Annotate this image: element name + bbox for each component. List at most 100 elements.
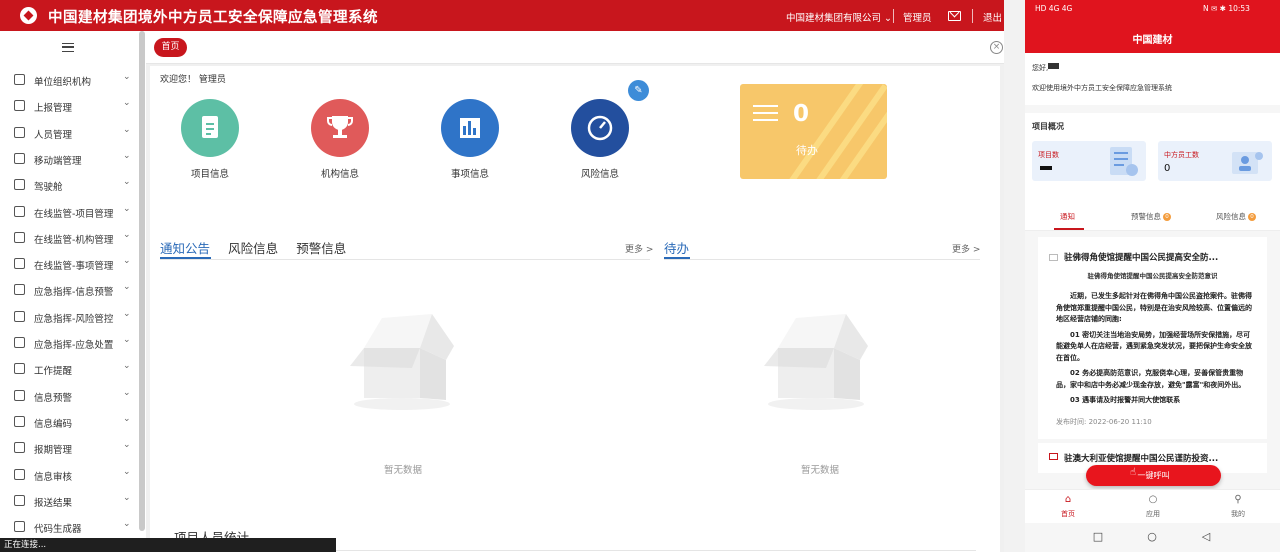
sidebar-item[interactable]: 上报管理 ⌄ [0,93,140,119]
one-key-call-button[interactable]: ☝ 一键呼叫 [1086,465,1221,486]
quick-link-label: 风险信息 [580,169,619,180]
company-logo [20,7,37,24]
mobile-title: 中国建材 [1132,35,1173,46]
dashboard-panel: 欢迎您！ 管理员 ✎ 项目信息 机构信息 事项信息 风险信息 0 待办 通知公告… [150,66,1000,552]
nav-apps[interactable]: ○ 应用 [1133,494,1173,519]
notice-paragraph: 02 务必提高防范意识，克服侥幸心理，妥善保管贵重物品，家中和店中务必减少现金存… [1056,369,1246,389]
sidebar-item[interactable]: 移动端管理 ⌄ [0,146,140,172]
sidebar-item[interactable]: 报期管理 ⌄ [0,435,140,461]
notice-paragraph: 近期，已发生多起针对在佛得角中国公民盗抢案件。驻佛得角使馆郑重提醒中国公民，特别… [1056,292,1252,323]
chevron-down-icon: ⌄ [123,387,131,398]
quick-link-org[interactable]: 机构信息 [300,99,380,180]
recent-apps-icon[interactable]: □ [1092,531,1104,543]
call-button-label: 一键呼叫 [1137,471,1170,480]
org-tree-icon [14,74,25,85]
notice-subtitle: 驻佛得角使馆提醒中国公民提高安全防范意识 [1087,272,1218,280]
mobile-header: HD 4G 4G N ✉ ✱ 10:53 中国建材 [1025,0,1280,53]
sidebar-item[interactable]: 在线监管-项目管理 ⌄ [0,199,140,225]
tab-risk[interactable]: 风险信息 [228,241,278,256]
logout-button[interactable]: 退出 [983,10,1002,24]
chinese-staff-count-card[interactable]: 中方员工数 0 [1158,141,1272,181]
gauge-icon [571,99,629,157]
gear-icon [14,179,25,191]
sidebar-item[interactable]: 应急指挥-应急处置 ⌄ [0,330,140,356]
tab-todo[interactable]: 待办 [664,241,689,256]
sidebar-item[interactable]: 在线监管-机构管理 ⌄ [0,225,140,251]
sidebar-item-label: 移动端管理 [34,155,82,167]
tab-badge: 0 [1248,213,1256,221]
todo-summary-card[interactable]: 0 待办 [740,84,887,179]
empty-state-text: 暂无数据 [384,465,423,476]
card-value: 0 [1164,163,1171,174]
document-icon [14,389,25,401]
sidebar-item[interactable]: 应急指挥-风险管控 ⌄ [0,304,140,330]
monitor-icon [14,310,25,322]
sidebar-item[interactable]: 人员管理 ⌄ [0,120,140,146]
tab-notice[interactable]: 通知 [1060,211,1075,222]
nav-home[interactable]: ⌂ 首页 [1048,494,1088,519]
company-selector[interactable]: 中国建材集团有限公司 [786,10,892,24]
project-count-card[interactable]: 项目数 [1032,141,1146,181]
sidebar-item[interactable]: 驾驶舱 ⌄ [0,172,140,198]
nav-mine[interactable]: ⚲ 我的 [1218,494,1258,519]
tab-risk[interactable]: 风险信息 0 [1216,211,1256,222]
search-icon: ⚲ [1234,494,1242,505]
sidebar-item[interactable]: 单位组织机构 ⌄ [0,67,140,93]
checklist-illustration [1110,147,1138,176]
decor-stripe [828,89,887,179]
sidebar-item[interactable]: 信息审核 ⌄ [0,462,140,488]
sidebar-item[interactable]: 代码生成器 ⌄ [0,514,140,540]
sidebar-item[interactable]: 信息编码 ⌄ [0,409,140,435]
quick-link-risk[interactable]: 风险信息 [560,99,640,180]
user-menu[interactable]: 管理员 [903,10,932,24]
screen-icon [14,337,25,348]
connection-status-toast: 正在连接... [0,538,336,552]
grid-icon [14,100,25,112]
screen: 中国建材集团境外中方员工安全保障应急管理系统 中国建材集团有限公司 管理员 退出… [0,0,1280,552]
notice-paragraph: 03 遇事请及时报警并同大使馆联系 [1070,396,1181,404]
tab-notice[interactable]: 通知公告 [160,241,210,256]
chevron-down-icon: ⌄ [123,282,131,293]
notice-card[interactable]: 驻佛得角使馆提醒中国公民提高安全防... 驻佛得角使馆提醒中国公民提高安全防范意… [1038,237,1267,439]
more-link[interactable]: 更多 > [625,242,653,255]
nav-label: 首页 [1061,510,1075,518]
sidebar-item[interactable]: 信息预警 ⌄ [0,383,140,409]
quick-link-label: 机构信息 [320,169,359,180]
sidebar-menu: 单位组织机构 ⌄ 上报管理 ⌄ 人员管理 ⌄ 移动端管理 ⌄ 驾驶舱 ⌄ 在线监管-项目管理 ⌄ 在线监… [0,31,146,552]
header-divider [972,9,973,23]
sidebar-item[interactable]: 工作提醒 ⌄ [0,356,140,382]
close-all-tabs-icon[interactable]: × [990,41,1003,54]
sidebar-item-label: 工作提醒 [34,366,73,378]
chevron-down-icon: ⌄ [123,308,131,319]
list-icon [14,494,25,506]
nav-label: 应用 [1146,510,1160,518]
sidebar-item[interactable]: 应急指挥-信息预警 ⌄ [0,277,140,303]
tab-warning[interactable]: 预警信息 0 [1131,211,1171,222]
tab-warning[interactable]: 预警信息 [296,241,346,256]
sidebar-item-label: 上报管理 [34,103,73,115]
sidebar-item[interactable]: 报送结果 ⌄ [0,488,140,514]
quick-link-label: 事项信息 [450,169,489,180]
document-icon [14,415,25,427]
sidebar-item-label: 人员管理 [34,129,73,141]
home-icon: ⌂ [1064,494,1072,505]
sidebar-scrollbar[interactable] [139,31,145,531]
quick-link-matter[interactable]: 事项信息 [430,99,510,180]
system-navigation-bar: □ ○ ◁ [1025,523,1280,552]
chevron-down-icon: ⌄ [123,150,131,161]
more-link[interactable]: 更多 > [952,242,980,255]
quick-link-project[interactable]: 项目信息 [170,99,250,180]
chevron-down-icon: ⌄ [123,413,131,424]
mobile-app-screen: HD 4G 4G N ✉ ✱ 10:53 中国建材 您好, 欢迎使用境外中方员工… [1025,0,1280,552]
edit-pencil-icon[interactable]: ✎ [628,80,649,101]
tab-home[interactable]: 首页 [154,38,187,57]
menu-collapse-icon[interactable] [62,43,74,52]
sidebar-item[interactable]: 在线监管-事项管理 ⌄ [0,251,140,277]
chevron-down-icon: ⌄ [123,466,131,477]
back-icon[interactable]: ◁ [1200,531,1212,543]
mail-icon[interactable] [948,11,961,21]
sidebar-item-label: 报送结果 [34,497,73,509]
card-label: 项目数 [1038,151,1059,159]
home-button-icon[interactable]: ○ [1146,531,1158,543]
redacted-value [1040,166,1052,170]
